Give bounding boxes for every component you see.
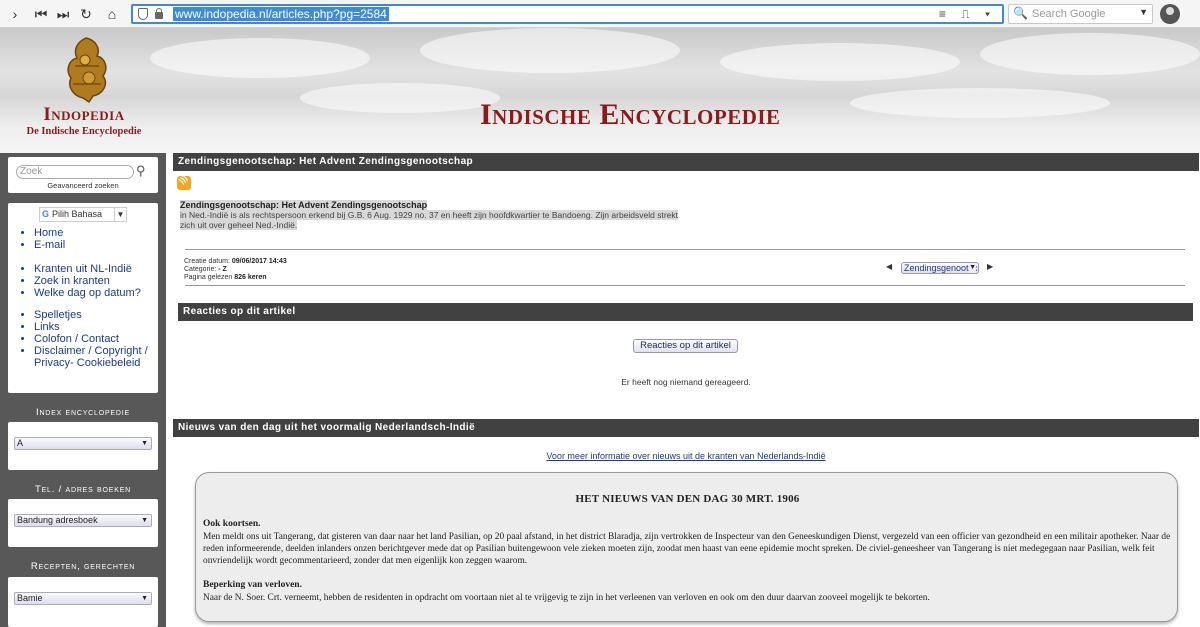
search-icon: 🔍 xyxy=(1013,6,1028,20)
reload-icon[interactable]: ↻ xyxy=(77,5,95,23)
nav-list-info: Spelletjes Links Colofon / Contact Discl… xyxy=(34,309,152,369)
chevron-down-icon: ▼ xyxy=(141,440,148,447)
site-title: Indische Encyclopedie xyxy=(480,98,781,131)
translate-select[interactable]: G Pilih Bahasa ▼ xyxy=(39,207,127,222)
phone-select-value: Bandung adresboek xyxy=(17,515,98,525)
logo-figure-icon[interactable] xyxy=(55,36,117,104)
nav-item-home[interactable]: Home xyxy=(34,227,65,239)
nav-item-colofon[interactable]: Colofon / Contact xyxy=(34,333,152,345)
article-views: Pagina gelezen 826 keren xyxy=(184,274,267,281)
sidebar-search-input[interactable]: Zoek xyxy=(16,165,134,179)
address-bar[interactable]: www.indopedia.nl/articles.php?pg=2584 ≡ … xyxy=(131,4,1004,24)
recipes-panel: Bamie ▼ xyxy=(8,577,158,627)
news-header: Nieuws van den dag uit het voormalig Ned… xyxy=(173,419,1199,437)
nav-item-links[interactable]: Links xyxy=(34,321,152,333)
nav-list-kranten: Kranten uit NL-Indië Zoek in kranten Wel… xyxy=(34,263,141,299)
reactions-header: Reacties op dit artikel xyxy=(178,303,1193,321)
next-article-icon[interactable]: ▶ xyxy=(987,262,993,271)
skip-forward-icon[interactable]: ⏭ xyxy=(54,5,72,23)
profile-icon[interactable] xyxy=(1160,4,1180,24)
article-title: Zendingsgenootschap: Het Advent Zendings… xyxy=(180,200,428,210)
news-box: HET NIEUWS VAN DEN DAG 30 MRT. 1906 Ook … xyxy=(195,472,1178,622)
translate-label: Pilih Bahasa xyxy=(52,209,103,219)
chevron-down-icon[interactable]: ▼ xyxy=(1139,7,1148,17)
news-more-anchor[interactable]: Voor meer informatie over nieuws uit de … xyxy=(546,451,825,461)
logo-subtitle: De Indische Encyclopedie xyxy=(26,126,142,137)
phone-panel: Bandung adresboek ▼ xyxy=(8,499,158,547)
navigation-panel: GPilih Bahasa ▼ Home E-mail Kranten uit … xyxy=(8,203,158,393)
lock-icon xyxy=(155,8,163,19)
recipes-select-value: Bamie xyxy=(17,593,43,603)
nav-item-kranten[interactable]: Kranten uit NL-Indië xyxy=(34,263,141,275)
phone-select[interactable]: Bandung adresboek ▼ xyxy=(14,514,152,527)
shield-icon xyxy=(138,8,148,20)
skip-back-icon[interactable]: ⏮ xyxy=(32,5,50,23)
article-body-line2: zich uit over geheel Ned.-Indië. xyxy=(180,220,298,230)
index-select-value: A xyxy=(17,438,24,448)
reactions-button[interactable]: Reacties op dit artikel xyxy=(633,339,738,353)
url-text[interactable]: www.indopedia.nl/articles.php?pg=2584 xyxy=(173,7,389,21)
nav-item-email[interactable]: E-mail xyxy=(34,239,65,251)
news-box-title: HET NIEUWS VAN DEN DAG 30 MRT. 1906 xyxy=(575,493,800,505)
nav-item-dag-op-datum[interactable]: Welke dag op datum? xyxy=(34,287,141,299)
site-banner: Indopedia De Indische Encyclopedie Indis… xyxy=(0,28,1200,153)
search-placeholder: Search Google xyxy=(1032,8,1106,20)
article-body: in Ned.-Indië is als rechtspersoon erken… xyxy=(180,210,720,230)
nav-item-spelletjes[interactable]: Spelletjes xyxy=(34,309,152,321)
article-pager-value: Zendingsgenootschap xyxy=(904,263,978,273)
divider xyxy=(185,285,1185,286)
address-bar-icons[interactable]: ≡ ⎍ ▾ xyxy=(939,7,996,22)
news-more-link: Voor meer informatie over nieuws uit de … xyxy=(173,451,1199,461)
index-select[interactable]: A ▼ xyxy=(14,437,152,450)
search-panel: Zoek ⚲ Geavanceerd zoeken xyxy=(8,157,158,193)
search-icon[interactable]: ⚲ xyxy=(136,163,146,179)
index-heading: Index encyclopedie xyxy=(36,407,130,418)
article-pager-select[interactable]: Zendingsgenootschap ▼ xyxy=(901,262,979,274)
recipes-heading: Recepten, gerechten xyxy=(30,561,136,572)
chevron-down-icon: ▼ xyxy=(969,263,976,273)
forward-icon[interactable]: › xyxy=(6,5,24,23)
news-item-body: Men meldt ons uit Tangerang, dat gistere… xyxy=(203,532,1171,566)
chevron-down-icon: ▼ xyxy=(114,208,126,221)
article-body-line1: in Ned.-Indië is als rechtspersoon erken… xyxy=(180,210,679,220)
nav-item-zoek-kranten[interactable]: Zoek in kranten xyxy=(34,275,141,287)
nav-item-disclaimer[interactable]: Disclaimer / Copyright / Privacy- Cookie… xyxy=(34,345,152,369)
rss-icon[interactable] xyxy=(177,176,191,190)
divider xyxy=(185,249,1185,250)
sidebar: Zoek ⚲ Geavanceerd zoeken G Pilih Bahasa … xyxy=(0,153,166,627)
chevron-down-icon: ▼ xyxy=(141,517,148,524)
nav-list-main: Home E-mail xyxy=(34,227,65,251)
phone-heading: Tel. / adres boeken xyxy=(34,484,132,495)
news-item-body: Naar de N. Soer. Crt. verneemt, hebben d… xyxy=(203,593,930,603)
news-item-title: Ook koortsen. xyxy=(203,519,261,529)
news-item-title: Beperking van verloven. xyxy=(203,580,302,590)
recipes-select[interactable]: Bamie ▼ xyxy=(14,592,152,605)
logo-title[interactable]: Indopedia xyxy=(20,104,148,126)
chevron-down-icon: ▼ xyxy=(141,595,148,602)
home-icon[interactable]: ⌂ xyxy=(103,5,121,23)
index-panel: A ▼ xyxy=(8,422,158,470)
prev-article-icon[interactable]: ◀ xyxy=(886,262,892,271)
google-icon: G xyxy=(42,209,50,219)
article-header: Zendingsgenootschap: Het Advent Zendings… xyxy=(173,153,1199,171)
browser-toolbar: › ⏮ ⏭ ↻ ⌂ www.indopedia.nl/articles.php?… xyxy=(0,0,1200,28)
advanced-search-link[interactable]: Geavanceerd zoeken xyxy=(8,181,158,190)
search-box[interactable]: 🔍 Search Google ▼ xyxy=(1008,4,1153,24)
no-reactions-text: Er heeft nog niemand gereageerd. xyxy=(621,377,751,387)
